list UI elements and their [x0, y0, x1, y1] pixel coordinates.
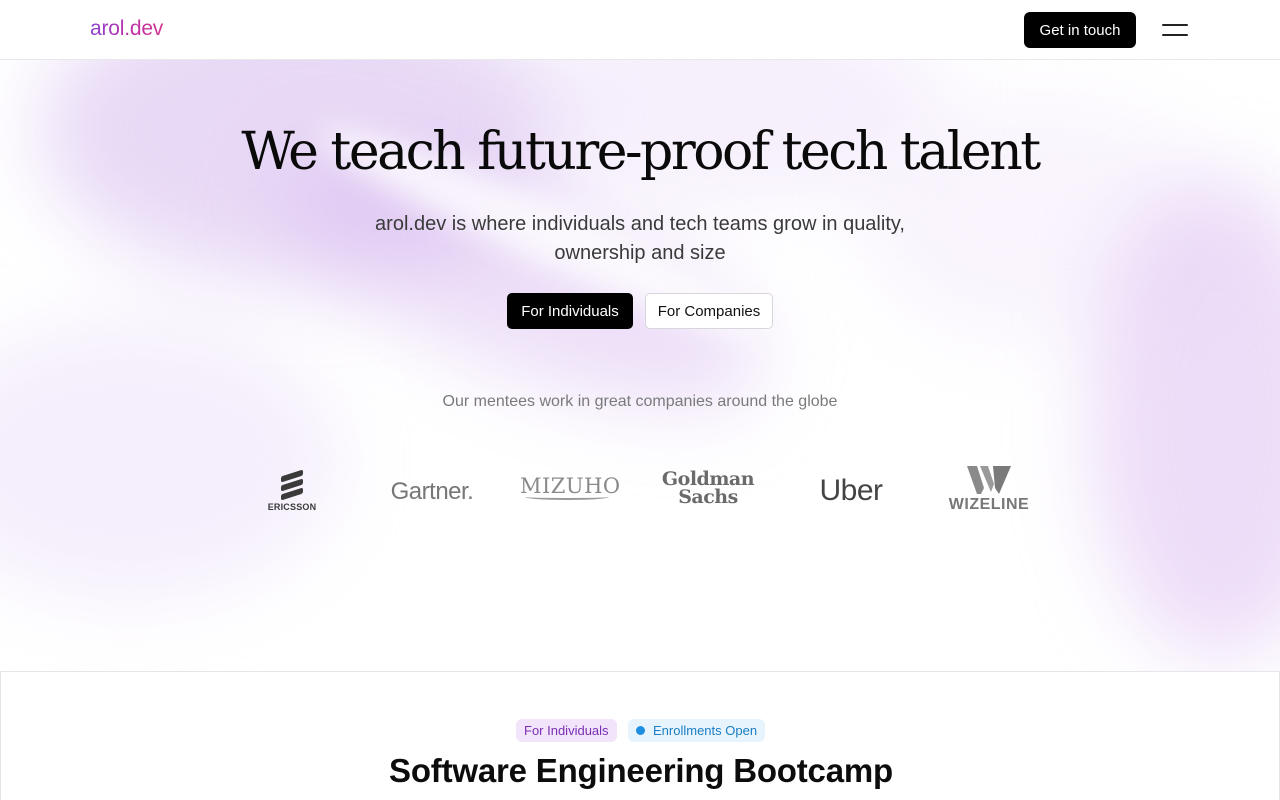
get-in-touch-button[interactable]: Get in touch	[1024, 12, 1136, 48]
mentees-caption: Our mentees work in great companies arou…	[442, 393, 838, 410]
wizeline-mark-icon	[967, 466, 1011, 494]
hero-subtitle: arol.dev is where individuals and tech t…	[375, 213, 905, 264]
bootcamp-title: Software Engineering Bootcamp	[389, 752, 893, 789]
sachs-line: Sachs	[678, 486, 738, 508]
hero-title: We teach future-proof tech talent	[241, 122, 1041, 182]
ericsson-mark-icon	[281, 469, 303, 501]
for-individuals-button[interactable]: For Individuals	[507, 293, 633, 329]
status-dot-icon	[636, 726, 645, 735]
company-logos: ERICSSON Gartner. MIZUHO Goldman Sachs U…	[0, 460, 1280, 530]
hero-section: We teach future-proof tech talent arol.d…	[0, 60, 1280, 672]
wizeline-logo: WIZELINE	[938, 466, 1040, 514]
audience-tag: For Individuals	[516, 719, 617, 742]
menu-line	[1162, 24, 1188, 26]
ericsson-logo: ERICSSON	[262, 469, 322, 512]
menu-line	[1162, 34, 1188, 36]
site-header: arol.dev Get in touch	[0, 0, 1280, 60]
site-logo[interactable]: arol.dev	[90, 17, 163, 41]
enrollment-status-label: Enrollments Open	[653, 723, 758, 738]
gartner-logo: Gartner.	[390, 478, 474, 505]
uber-logo: Uber	[819, 474, 883, 507]
mizuho-logo: MIZUHO	[520, 474, 621, 500]
enrollment-status-badge: Enrollments Open	[628, 719, 766, 742]
goldman-sachs-logo: Goldman Sachs	[660, 470, 756, 508]
mizuho-logo-text: MIZUHO	[520, 474, 621, 498]
for-companies-button[interactable]: For Companies	[645, 293, 773, 329]
ericsson-logo-text: ERICSSON	[267, 502, 317, 512]
hamburger-menu-icon[interactable]	[1162, 21, 1188, 39]
bootcamp-section: For Individuals Enrollments Open Softwar…	[0, 671, 1280, 800]
wizeline-logo-text: WIZELINE	[948, 496, 1030, 513]
